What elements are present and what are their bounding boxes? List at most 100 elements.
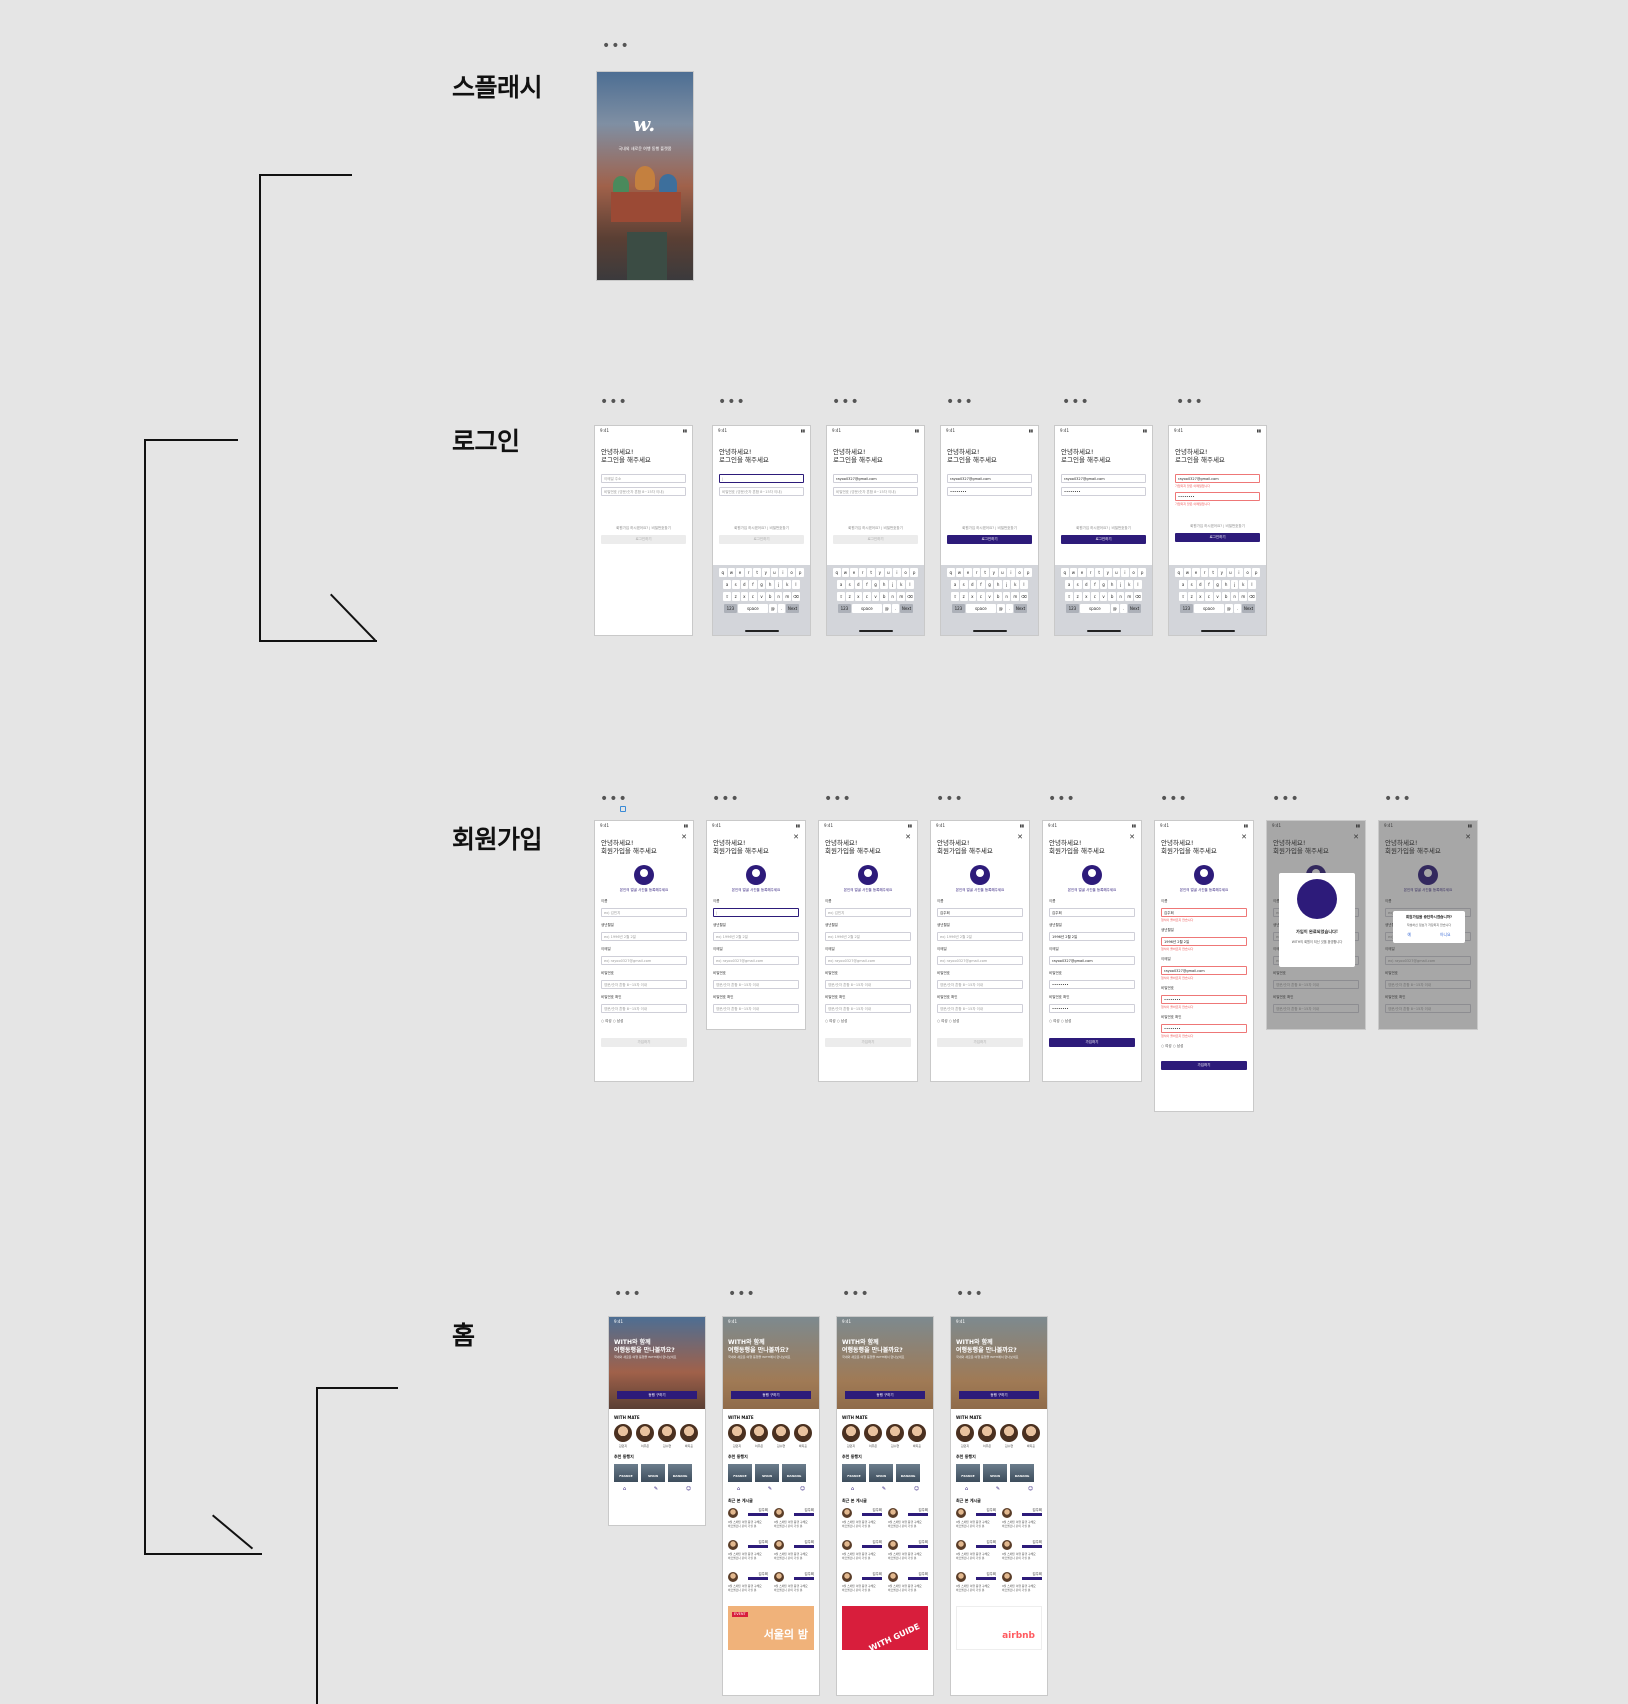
key[interactable]: w xyxy=(1069,568,1078,577)
signup-screen-error[interactable]: 9:41 ▮▮ ✕ 안녕하세요! 회원가입을 해주세요 본인의 얼굴 사진을 등록해주세요… xyxy=(1154,820,1254,1112)
post-card[interactable]: 김주희 9월 스페인 여행 동행 구해요 바르셀로나 같이 가실 분 xyxy=(774,1540,814,1566)
key[interactable]: space xyxy=(1079,604,1110,613)
close-icon[interactable]: ✕ xyxy=(681,833,687,841)
key[interactable]: o xyxy=(901,568,910,577)
find-companion-button[interactable]: 동행 구하기 xyxy=(845,1391,925,1399)
key[interactable]: w xyxy=(955,568,964,577)
frame-more-icon[interactable]: ••• xyxy=(1384,792,1412,806)
mate-item[interactable]: 김민지 xyxy=(614,1424,632,1448)
profile-photo-icon[interactable] xyxy=(858,865,878,885)
key[interactable]: s xyxy=(959,580,968,589)
keyboard[interactable]: qwertyuiop asdfghjkl ⇧ z x c v b n m ⌫ 123 space @… xyxy=(1169,565,1266,635)
name-field[interactable]: 김주희 xyxy=(1049,908,1135,917)
key[interactable]: space xyxy=(965,604,996,613)
key[interactable]: d xyxy=(1196,580,1205,589)
key[interactable]: j xyxy=(1116,580,1125,589)
key[interactable]: d xyxy=(968,580,977,589)
key[interactable]: x xyxy=(740,592,749,601)
signup-screen-filled[interactable]: 9:41 ▮▮ ✕ 안녕하세요! 회원가입을 해주세요 본인의 얼굴 사진을 등록해주세요… xyxy=(1042,820,1142,1082)
key[interactable]: . xyxy=(1233,604,1242,613)
home-screen[interactable]: 9:41 WITH와 함께 여행동행을 만나볼까요? 국내외 새로운 여행 동행을 W… xyxy=(836,1316,934,1696)
key[interactable]: z xyxy=(845,592,854,601)
frame-more-icon[interactable]: ••• xyxy=(600,395,628,409)
key[interactable]: r xyxy=(858,568,867,577)
profile-icon[interactable]: ☺ xyxy=(914,1486,919,1492)
password-field[interactable]: 영문/숫자 혼합 8~15자 이내 xyxy=(937,980,1023,989)
keyboard[interactable]: qwertyuiop asdfghjkl ⇧ z x c v b n m ⌫ 123 space @… xyxy=(713,565,810,635)
key[interactable]: y xyxy=(762,568,770,577)
key[interactable]: r xyxy=(1200,568,1209,577)
mate-item[interactable]: 김수현 xyxy=(1000,1424,1018,1448)
password-field[interactable]: •••••••• xyxy=(1161,995,1247,1004)
signup-submit-button[interactable]: 가입하기 xyxy=(1161,1061,1247,1070)
key[interactable]: y xyxy=(876,568,884,577)
recommend-card[interactable]: SPAIN xyxy=(869,1464,893,1482)
key[interactable]: ⌫ xyxy=(792,592,800,601)
key[interactable]: u xyxy=(770,568,779,577)
password-confirm-field[interactable]: 영문/숫자 혼합 8~15자 이내 xyxy=(937,1004,1023,1013)
key[interactable]: p xyxy=(796,568,804,577)
name-field[interactable]: 김주희 xyxy=(937,908,1023,917)
frame-more-icon[interactable]: ••• xyxy=(1048,792,1076,806)
email-field[interactable]: rayoo0327@gmail.com xyxy=(1161,966,1247,975)
comment-marker[interactable] xyxy=(620,806,626,812)
gender-options[interactable]: ○ 여성 ○ 남성 xyxy=(937,1019,1023,1024)
recommend-card[interactable]: SPAIN xyxy=(755,1464,779,1482)
post-card[interactable]: 김주희 9월 스페인 여행 동행 구해요 바르셀로나 같이 가실 분 xyxy=(842,1540,882,1566)
key[interactable]: e xyxy=(1078,568,1086,577)
key[interactable]: d xyxy=(854,580,863,589)
frame-more-icon[interactable]: ••• xyxy=(946,395,974,409)
key[interactable]: c xyxy=(1091,592,1099,601)
key[interactable]: w xyxy=(1183,568,1192,577)
mate-item[interactable]: 이주은 xyxy=(750,1424,768,1448)
key[interactable]: m xyxy=(783,592,792,601)
key[interactable]: o xyxy=(1129,568,1138,577)
recommend-card[interactable]: SPAIN xyxy=(983,1464,1007,1482)
home-icon[interactable]: ⌂ xyxy=(851,1486,854,1492)
key[interactable]: ⇧ xyxy=(1179,592,1187,601)
key[interactable]: e xyxy=(850,568,858,577)
post-card[interactable]: 김주희 9월 스페인 여행 동행 구해요 바르셀로나 같이 가실 분 xyxy=(888,1540,928,1566)
mate-item[interactable]: 김수현 xyxy=(886,1424,904,1448)
login-screen-error[interactable]: 9:41 ▮▮ 안녕하세요! 로그인을 해주세요 rayoo0327@gmail.c… xyxy=(1168,425,1267,636)
login-button[interactable]: 로그인하기 xyxy=(601,535,686,544)
close-icon[interactable]: ✕ xyxy=(905,833,911,841)
gender-options[interactable]: ○ 여성 ○ 남성 xyxy=(601,1019,687,1024)
recommend-card[interactable]: FRANCE xyxy=(956,1464,980,1482)
key[interactable]: l xyxy=(906,580,914,589)
key[interactable]: t xyxy=(981,568,989,577)
key[interactable]: f xyxy=(863,580,871,589)
key[interactable]: q xyxy=(947,568,955,577)
email-field[interactable]: 이메일 주소 xyxy=(601,474,686,483)
key[interactable]: p xyxy=(1024,568,1032,577)
birth-field[interactable]: 1996년 2월 2일 xyxy=(1161,937,1247,946)
key[interactable]: u xyxy=(884,568,893,577)
key[interactable]: @ xyxy=(1224,604,1233,613)
post-card[interactable]: 김주희 9월 스페인 여행 동행 구해요 바르셀로나 같이 가실 분 xyxy=(774,1572,814,1598)
key[interactable]: x xyxy=(968,592,977,601)
key[interactable]: d xyxy=(740,580,749,589)
splash-screen[interactable]: w. 국내외 새로운 여행 동행 플랫폼 xyxy=(596,71,694,281)
key[interactable]: . xyxy=(1005,604,1014,613)
email-field[interactable]: ex) rayoo0327@gmail.com xyxy=(825,956,911,965)
key[interactable]: c xyxy=(863,592,871,601)
key[interactable]: Next xyxy=(1128,604,1142,613)
login-button[interactable]: 로그인하기 xyxy=(1061,535,1146,544)
key[interactable]: k xyxy=(783,580,792,589)
recommend-card[interactable]: DANANG xyxy=(896,1464,920,1482)
key[interactable]: c xyxy=(977,592,985,601)
password-field[interactable]: 영문/숫자 혼합 8~15자 이내 xyxy=(601,980,687,989)
post-card[interactable]: 김주희 9월 스페인 여행 동행 구해요 바르셀로나 같이 가실 분 xyxy=(1002,1572,1042,1598)
key[interactable]: j xyxy=(1002,580,1011,589)
close-icon[interactable]: ✕ xyxy=(1017,833,1023,841)
login-screen-empty[interactable]: 9:41 ▮▮ 안녕하세요! 로그인을 해주세요 이메일 주소 비밀번호 (영문/숫… xyxy=(594,425,693,636)
key[interactable]: 123 xyxy=(1179,604,1193,613)
quit-yes-button[interactable]: 예 xyxy=(1408,932,1412,938)
key[interactable]: j xyxy=(774,580,783,589)
key[interactable]: o xyxy=(1015,568,1024,577)
key[interactable]: g xyxy=(757,580,766,589)
key[interactable]: ⇧ xyxy=(951,592,959,601)
post-card[interactable]: 김주희 9월 스페인 여행 동행 구해요 바르셀로나 같이 가실 분 xyxy=(728,1508,768,1534)
key[interactable]: @ xyxy=(768,604,777,613)
key[interactable]: 123 xyxy=(1065,604,1079,613)
